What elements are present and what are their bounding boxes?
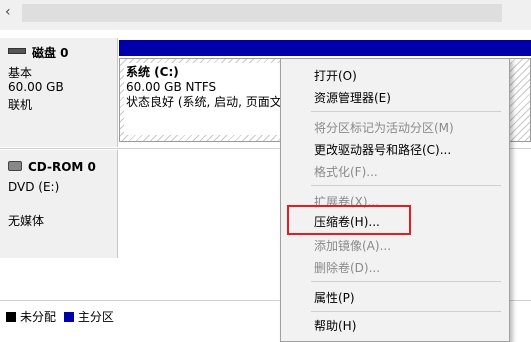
disk0-size: 60.00 GB <box>8 80 64 94</box>
disk-icon <box>8 47 26 54</box>
disk0-title: 磁盘 0 <box>8 44 69 61</box>
menu-item-properties[interactable]: 属性(P) <box>314 289 355 306</box>
disk0-info-panel[interactable]: 磁盘 0 基本 60.00 GB 联机 <box>0 38 118 147</box>
menu-item-shrink[interactable]: 压缩卷(H)... <box>314 213 380 230</box>
menu-separator <box>311 281 501 282</box>
menu-separator <box>311 111 501 112</box>
partition-c-label: 系统 (C:) 60.00 GB NTFS 状态良好 (系统, 启动, 页面文 <box>124 63 292 135</box>
legend-primary: 主分区 <box>77 310 114 324</box>
legend: 未分配 主分区 <box>6 308 114 325</box>
cdrom-drive: DVD (E:) <box>8 180 60 194</box>
disk0-type: 基本 <box>8 66 33 80</box>
primary-swatch <box>63 311 74 322</box>
partition-fs: 60.00 GB NTFS <box>126 80 217 94</box>
cdrom-info-panel[interactable]: CD-ROM 0 DVD (E:) 无媒体 <box>0 150 118 258</box>
unallocated-swatch <box>6 311 16 322</box>
cdrom-icon <box>8 160 22 171</box>
cdrom-media: 无媒体 <box>8 214 45 228</box>
menu-item-delete[interactable]: 删除卷(D)... <box>314 259 380 276</box>
disk0-status: 联机 <box>8 98 33 112</box>
cdrom-title: CD-ROM 0 <box>8 160 96 174</box>
horizontal-scrollbar[interactable]: ‹ <box>0 0 531 30</box>
disk0-title-text: 磁盘 0 <box>32 46 69 60</box>
partition-state: 状态良好 (系统, 启动, 页面文 <box>126 95 282 109</box>
disk0-volume-bar <box>119 40 531 56</box>
menu-item-explorer[interactable]: 资源管理器(E) <box>314 89 391 106</box>
scroll-track[interactable] <box>22 4 502 22</box>
menu-item-mark-active[interactable]: 将分区标记为活动分区(M) <box>314 119 454 136</box>
context-menu: 打开(O) 资源管理器(E) 将分区标记为活动分区(M) 更改驱动器号和路径(C… <box>280 58 510 342</box>
partition-name: 系统 (C:) <box>126 65 179 79</box>
cdrom-title-text: CD-ROM 0 <box>28 160 96 174</box>
legend-unallocated: 未分配 <box>20 310 57 324</box>
menu-item-open[interactable]: 打开(O) <box>314 67 357 84</box>
scroll-left-icon[interactable]: ‹ <box>5 4 11 20</box>
menu-item-add-mirror[interactable]: 添加镜像(A)... <box>314 237 391 254</box>
menu-item-help[interactable]: 帮助(H) <box>314 317 356 334</box>
menu-item-format[interactable]: 格式化(F)... <box>314 163 378 180</box>
menu-item-change-letter[interactable]: 更改驱动器号和路径(C)... <box>314 141 451 158</box>
menu-separator <box>311 311 501 312</box>
menu-separator <box>311 185 501 186</box>
